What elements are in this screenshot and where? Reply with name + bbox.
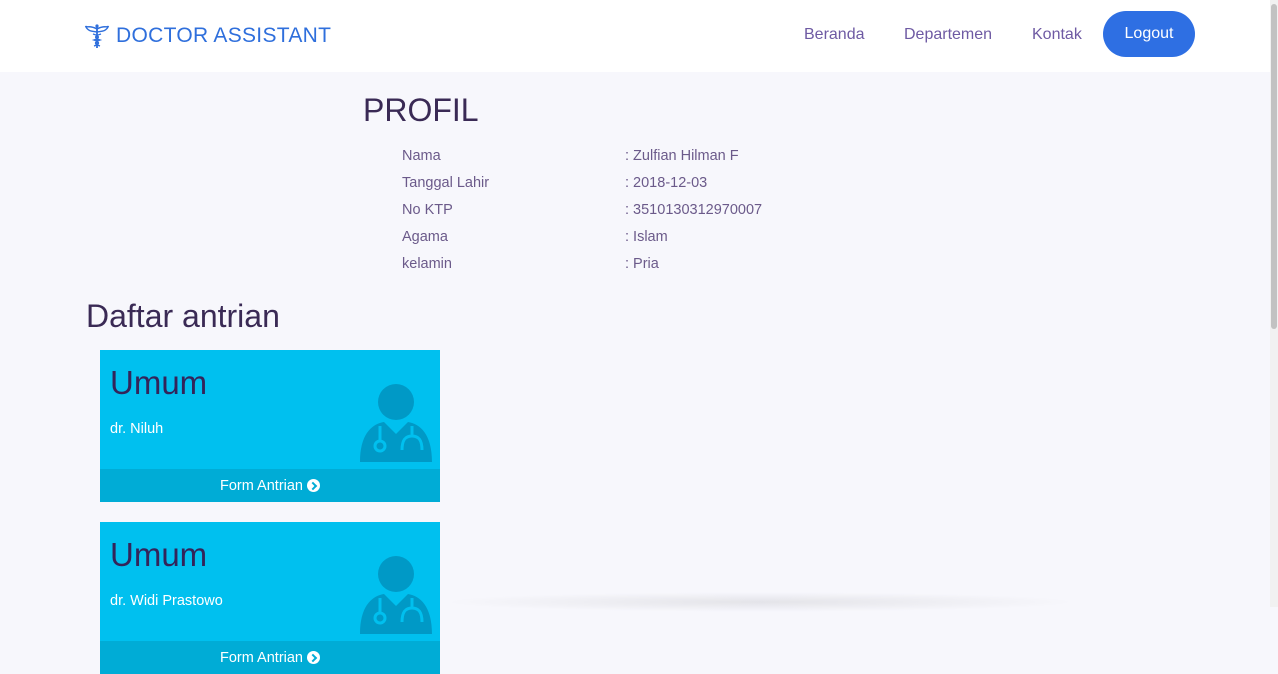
card-department: Umum <box>110 364 208 401</box>
user-md-icon <box>358 554 434 639</box>
profile-label: Tanggal Lahir <box>402 175 490 191</box>
queue-card: Umum dr. Widi Prastowo Form Antrian <box>100 522 440 674</box>
profile-label: Agama <box>402 229 448 245</box>
arrow-circle-right-icon <box>307 479 320 492</box>
profile-title: PROFIL <box>363 92 479 128</box>
profile-label: No KTP <box>402 202 453 218</box>
card-doctor-name: dr. Niluh <box>110 421 164 437</box>
profile-label: kelamin <box>402 256 452 272</box>
nav-departemen[interactable]: Departemen <box>904 26 992 44</box>
vertical-scrollbar[interactable] <box>1270 0 1278 607</box>
profile-value: : 3510130312970007 <box>625 202 763 218</box>
form-antrian-link[interactable]: Form Antrian <box>100 641 440 674</box>
user-md-icon <box>358 382 434 467</box>
brand-link[interactable]: DOCTOR ASSISTANT <box>84 22 331 50</box>
shadow-overlay <box>440 592 1080 612</box>
navbar: DOCTOR ASSISTANT Beranda Departemen Kont… <box>0 0 1270 72</box>
profile-value: : Islam <box>625 229 668 245</box>
card-footer-label: Form Antrian <box>220 649 303 666</box>
profile-value: : 2018-12-03 <box>625 175 708 191</box>
caduceus-icon <box>84 23 110 49</box>
brand-name: DOCTOR ASSISTANT <box>116 24 332 47</box>
form-antrian-link[interactable]: Form Antrian <box>100 469 440 502</box>
profile-value: : Zulfian Hilman F <box>625 148 739 164</box>
queue-title: Daftar antrian <box>86 298 280 334</box>
card-footer-label: Form Antrian <box>220 477 303 494</box>
logout-button[interactable]: Logout <box>1103 11 1195 57</box>
card-department: Umum <box>110 536 208 573</box>
nav-beranda[interactable]: Beranda <box>804 26 865 44</box>
scrollbar-thumb[interactable] <box>1271 4 1277 329</box>
profile-label: Nama <box>402 148 441 164</box>
nav-kontak[interactable]: Kontak <box>1032 26 1082 44</box>
profile-value: : Pria <box>625 256 659 272</box>
arrow-circle-right-icon <box>307 651 320 664</box>
queue-card: Umum dr. Niluh Form Antrian <box>100 350 440 502</box>
